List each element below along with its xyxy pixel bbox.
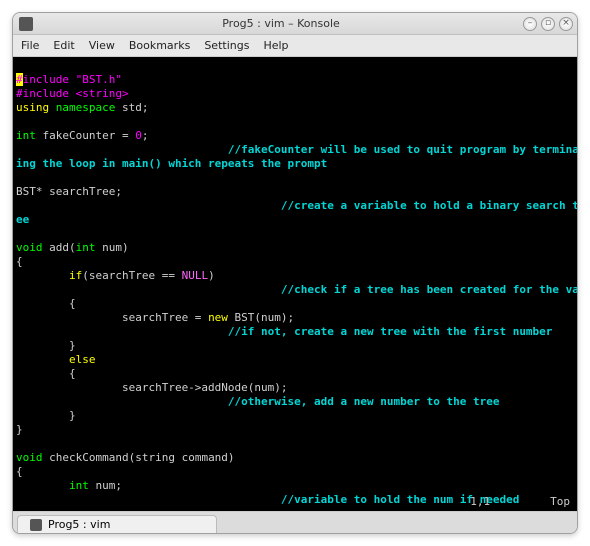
- menu-edit[interactable]: Edit: [53, 39, 74, 52]
- menubar: File Edit View Bookmarks Settings Help: [13, 35, 577, 57]
- terminal-viewport[interactable]: #include "BST.h" #include <string> using…: [13, 57, 577, 511]
- scroll-position: Top: [550, 495, 570, 509]
- vim-statusline: 1,1 Top: [16, 495, 574, 509]
- terminal-icon: [30, 519, 42, 531]
- maximize-button[interactable]: ▫: [541, 17, 555, 31]
- titlebar[interactable]: Prog5 : vim – Konsole – ▫ ×: [13, 13, 577, 35]
- menu-view[interactable]: View: [89, 39, 115, 52]
- menu-file[interactable]: File: [21, 39, 39, 52]
- window-controls: – ▫ ×: [523, 17, 573, 31]
- code-content: #include "BST.h" #include <string> using…: [16, 73, 574, 511]
- konsole-window: Prog5 : vim – Konsole – ▫ × File Edit Vi…: [12, 12, 578, 534]
- close-button[interactable]: ×: [559, 17, 573, 31]
- menu-help[interactable]: Help: [263, 39, 288, 52]
- menu-settings[interactable]: Settings: [204, 39, 249, 52]
- tab-label: Prog5 : vim: [48, 518, 110, 531]
- tab-prog5[interactable]: Prog5 : vim: [17, 515, 217, 533]
- minimize-button[interactable]: –: [523, 17, 537, 31]
- cursor-position: 1,1: [470, 495, 490, 509]
- menu-bookmarks[interactable]: Bookmarks: [129, 39, 190, 52]
- tabbar: Prog5 : vim: [13, 511, 577, 533]
- window-title: Prog5 : vim – Konsole: [39, 17, 523, 30]
- app-icon: [19, 17, 33, 31]
